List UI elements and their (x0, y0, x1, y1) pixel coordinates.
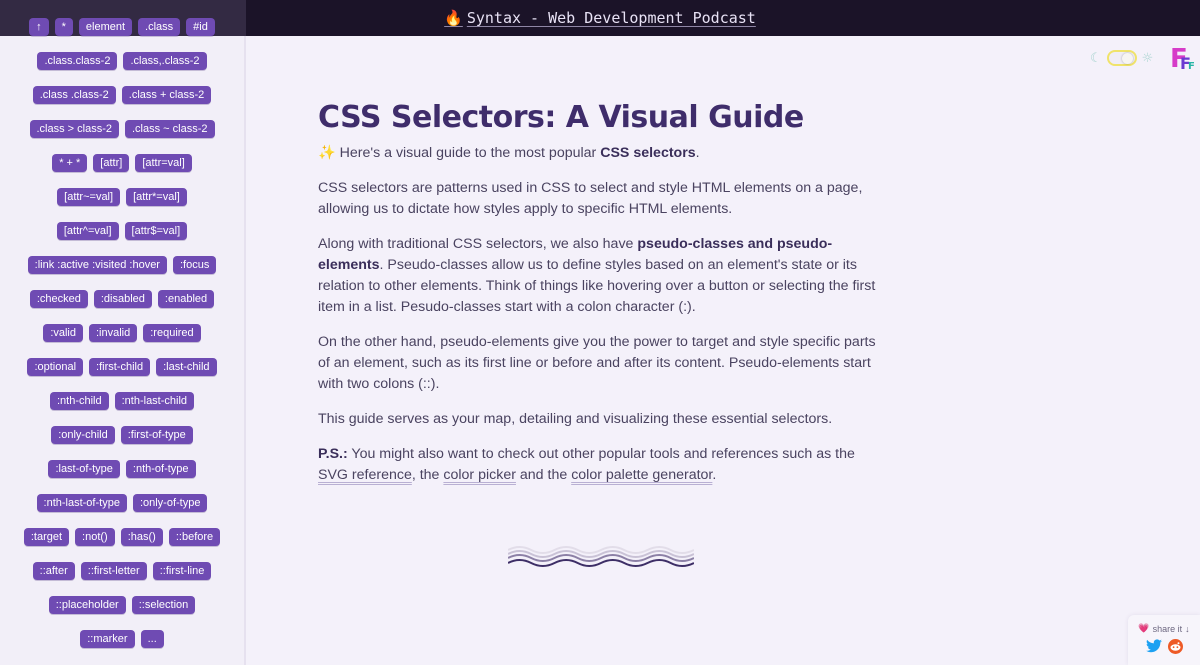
selector-tag[interactable]: :last-of-type (48, 460, 120, 478)
site-brand-link[interactable]: 🔥 Syntax - Web Development Podcast (444, 9, 756, 27)
selector-tag[interactable]: ::after (32, 562, 75, 580)
site-title: Syntax - Web Development Podcast (466, 9, 756, 27)
color-palette-generator-link[interactable]: color palette generator (571, 467, 712, 483)
selector-tag[interactable]: :invalid (89, 324, 138, 342)
selector-tag[interactable]: :nth-of-type (125, 460, 196, 478)
selector-tag[interactable]: [attr=val] (135, 154, 192, 172)
selector-tag[interactable]: :last-child (156, 358, 217, 376)
arrow-down-icon: ↓ (1185, 623, 1190, 634)
paragraph-definition: CSS selectors are patterns used in CSS t… (318, 180, 863, 217)
selector-tag-list: ↑ * element .class #id .class.class-2 .class,.… (23, 18, 221, 664)
heart-icon: 💗 (1138, 623, 1150, 633)
selector-tag-row: :nth-last-of-type :only-of-type (24, 494, 220, 528)
sparkles-icon: ✨ (318, 145, 336, 161)
selector-tag[interactable]: element (78, 18, 133, 36)
selector-tag[interactable]: :link :active :visited :hover (27, 256, 167, 274)
selector-tag-row: * + * [attr] [attr=val] (24, 154, 220, 188)
selector-tag[interactable]: :target (23, 528, 70, 546)
selector-tag[interactable]: :first-of-type (120, 426, 193, 444)
paragraph-pseudo-classes: Along with traditional CSS selectors, we… (318, 236, 876, 315)
logo-letter: F (1188, 61, 1195, 72)
selector-tag-row: :link :active :visited :hover :focus (24, 256, 220, 290)
selector-tag-row: .class > class-2 .class ~ class-2 (24, 120, 220, 154)
selector-tag[interactable]: * + * (52, 154, 88, 172)
selector-tag-row: [attr~=val] [attr*=val] (24, 188, 220, 222)
page-title: CSS Selectors: A Visual Guide (318, 100, 804, 135)
theme-switch[interactable] (1106, 50, 1137, 66)
selector-tag-row: :nth-child :nth-last-child (24, 392, 220, 426)
selector-tag[interactable]: ::marker (80, 630, 135, 648)
selector-tag[interactable]: :first-child (89, 358, 151, 376)
selector-tag[interactable]: ... (140, 630, 164, 648)
paragraph-ps: P.S.: You might also want to check out o… (318, 446, 855, 483)
selector-tag[interactable]: :nth-last-of-type (36, 494, 127, 512)
selector-tag[interactable]: :disabled (93, 290, 152, 308)
selector-tag-row: ::placeholder::selection (24, 596, 220, 630)
svg-reference-link[interactable]: SVG reference (318, 467, 412, 483)
article: CSS Selectors: A Visual Guide ✨ Here's a… (318, 100, 888, 500)
selector-tag[interactable]: .class > class-2 (29, 120, 119, 138)
selector-tag[interactable]: .class (138, 18, 181, 36)
paragraph-pseudo-elements: On the other hand, pseudo-elements give … (318, 334, 876, 392)
selector-tag[interactable]: :checked (29, 290, 88, 308)
selector-tag-row: ::after::first-letter::first-line (24, 562, 220, 596)
selector-tag[interactable]: ↑ (29, 18, 49, 36)
selector-tag[interactable]: :focus (172, 256, 217, 274)
selector-tag[interactable]: .class.class-2 (37, 52, 118, 70)
selector-sidebar: ↑ * element .class #id .class.class-2 .class,.… (0, 0, 246, 665)
selector-tag[interactable]: :valid (43, 324, 83, 342)
intro-paragraph: ✨ Here's a visual guide to the most popu… (318, 145, 700, 161)
selector-tag-row: :valid :invalid :required (24, 324, 220, 358)
selector-tag[interactable]: .class ~ class-2 (125, 120, 215, 138)
selector-tag[interactable]: :only-child (51, 426, 115, 444)
selector-tag[interactable]: .class,.class-2 (123, 52, 207, 70)
selector-tag[interactable]: [attr*=val] (126, 188, 187, 206)
selector-tag[interactable]: ::selection (131, 596, 196, 614)
selector-tag-row: :last-of-type :nth-of-type (24, 460, 220, 494)
selector-tag[interactable]: #id (186, 18, 215, 36)
share-label: share it (1152, 623, 1183, 634)
selector-tag[interactable]: :nth-child (49, 392, 109, 410)
selector-tag[interactable]: :not() (75, 528, 115, 546)
sun-icon: ☼ (1141, 50, 1154, 66)
selector-tag-row: :only-child :first-of-type (24, 426, 220, 460)
wave-divider (508, 546, 694, 567)
selector-tag[interactable]: :only-of-type (132, 494, 208, 512)
moon-icon: ☾ (1090, 50, 1102, 66)
selector-tag[interactable]: ::first-letter (80, 562, 147, 580)
selector-tag-row: .class.class-2 .class,.class-2 (24, 52, 220, 86)
reddit-icon[interactable] (1167, 639, 1183, 654)
fff-logo[interactable]: F F F (1168, 44, 1196, 74)
selector-tag[interactable]: [attr^=val] (56, 222, 119, 240)
selector-tag[interactable]: [attr] (93, 154, 130, 172)
selector-tag-row: :checked :disabled :enabled (24, 290, 220, 324)
selector-tag[interactable]: .class + class-2 (121, 86, 212, 104)
selector-tag-row: ↑ * element .class #id (24, 18, 220, 52)
twitter-icon[interactable] (1145, 639, 1162, 653)
selector-tag[interactable]: * (54, 18, 73, 36)
selector-tag[interactable]: :required (143, 324, 201, 342)
selector-tag-row: ::marker... (24, 630, 220, 664)
selector-tag[interactable]: .class .class-2 (32, 86, 116, 104)
selector-tag[interactable]: [attr~=val] (57, 188, 121, 206)
selector-tag-row: [attr^=val] [attr$=val] (24, 222, 220, 256)
selector-tag[interactable]: :enabled (157, 290, 215, 308)
selector-tag[interactable]: ::first-line (152, 562, 212, 580)
flame-icon: 🔥 (444, 9, 463, 27)
selector-tag[interactable]: :has() (120, 528, 163, 546)
share-widget: 💗 share it ↓ (1128, 615, 1200, 665)
selector-tag[interactable]: ::before (168, 528, 221, 546)
selector-tag[interactable]: ::placeholder (48, 596, 126, 614)
selector-tag[interactable]: [attr$=val] (124, 222, 188, 240)
switch-knob (1121, 53, 1133, 64)
theme-toggle[interactable]: ☾ ☼ (1090, 50, 1153, 66)
paragraph-guide: This guide serves as your map, detailing… (318, 411, 833, 427)
selector-tag-row: .class .class-2 .class + class-2 (24, 86, 220, 120)
selector-tag-row: :optional :first-child :last-child (24, 358, 220, 392)
selector-tag-row: :target :not() :has()::before (23, 528, 221, 562)
selector-tag[interactable]: :optional (27, 358, 84, 376)
selector-tag[interactable]: :nth-last-child (114, 392, 195, 410)
color-picker-link[interactable]: color picker (443, 467, 516, 483)
